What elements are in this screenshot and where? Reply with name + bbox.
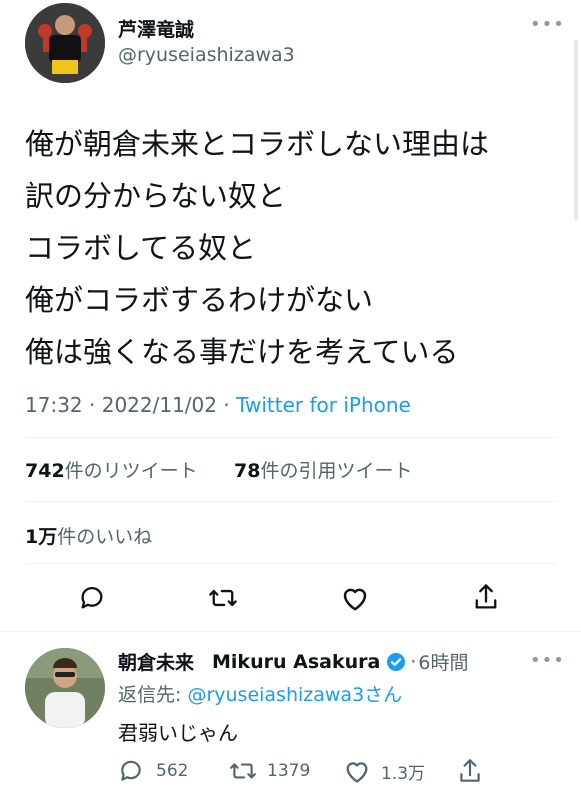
share-icon [460,759,480,782]
tweet-date[interactable]: 2022/11/02 [102,393,217,417]
quote-count-label: 件の引用ツイート [260,460,413,482]
like-icon [346,762,368,783]
author-display-name[interactable]: 芦澤竜誠 [118,15,194,42]
reply-text: 君弱いじゃん [118,721,238,745]
author-avatar[interactable] [25,3,105,83]
reply-icon [121,760,141,781]
like-button[interactable] [338,582,372,614]
like-count: 1万 [25,526,58,548]
meta-separator: · [223,393,230,417]
retweet-icon [230,763,256,779]
replying-to-handle[interactable]: @ryuseiashizawa3 [187,684,364,706]
person-avatar-icon [25,648,105,728]
tweet-time[interactable]: 17:32 [25,393,83,417]
divider [25,501,556,502]
like-count-label: 件のいいね [57,526,153,548]
tweet-text: 俺が朝倉未来とコラボしない理由は 訳の分からない奴と コラボしてる奴と 俺がコラ… [25,118,565,378]
verified-badge-icon [386,652,406,672]
section-separator [0,631,581,632]
retweet-count-label: 件のリツイート [64,460,198,482]
reply-time[interactable]: 6時間 [418,648,468,675]
scrollbar[interactable] [574,40,578,220]
reply-retweet-button[interactable]: 1379 [229,758,310,784]
reply-author-display-name[interactable]: 朝倉未来 [118,648,194,675]
retweet-icon [209,589,237,607]
reply-icon [81,587,103,609]
divider [25,563,556,564]
replying-to-suffix: さん [364,684,403,706]
tweet-text-line: コラボしてる奴と [25,231,257,265]
retweet-button[interactable] [206,582,240,614]
reply-more-options-icon[interactable]: ••• [530,650,565,671]
reply-reply-count: 562 [156,761,189,781]
tweet-meta: 17:32 · 2022/11/02 · Twitter for iPhone [25,393,411,417]
reply-author-display-name-en[interactable]: Mikuru Asakura [212,651,380,673]
share-icon [475,584,497,609]
quote-count: 78 [234,460,261,482]
tweet-text-line: 俺が朝倉未来とコラボしない理由は [25,127,490,161]
share-button[interactable] [470,580,502,614]
reply-like-button[interactable]: 1.3万 [343,758,425,784]
quote-stats[interactable]: 78件の引用ツイート [234,456,412,483]
retweet-stats[interactable]: 742件のリツイート [25,456,198,483]
reply-button[interactable] [76,582,108,614]
reply-share-button[interactable] [456,756,484,786]
reply-reply-button[interactable]: 562 [118,758,188,784]
retweet-count: 742 [25,460,65,482]
reply-retweet-count: 1379 [267,761,311,781]
divider [25,437,556,438]
reply-meta-separator: · [410,650,417,673]
fighter-avatar-icon [25,3,105,83]
tweet-text-line: 訳の分からない奴と [25,179,287,213]
reply-author-avatar[interactable] [25,648,105,728]
tweet-text-line: 俺がコラボするわけがない [25,283,374,317]
like-icon [343,588,367,611]
replying-to: 返信先: @ryuseiashizawa3さん [118,680,402,707]
reply-header: 朝倉未来 Mikuru Asakura · 6時間 [118,648,468,675]
like-stats[interactable]: 1万件のいいね [25,522,152,549]
author-handle[interactable]: @ryuseiashizawa3 [118,44,295,66]
reply-like-count: 1.3万 [381,763,426,784]
more-options-icon[interactable]: ••• [530,14,565,35]
tweet-source-link[interactable]: Twitter for iPhone [236,393,411,417]
tweet-text-line: 俺は強くなる事だけを考えている [25,335,459,369]
replying-to-label: 返信先: [118,684,182,706]
meta-separator: · [89,393,96,417]
